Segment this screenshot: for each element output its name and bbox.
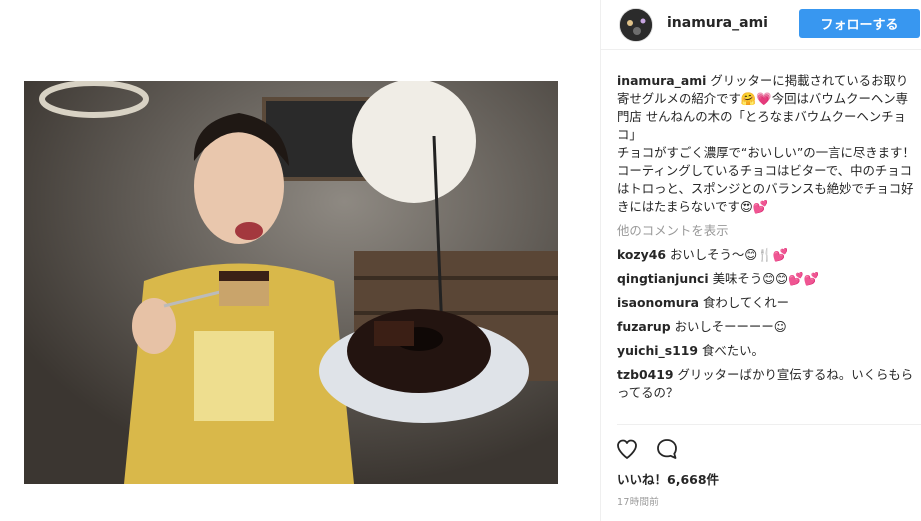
more-comments-link[interactable]: 他のコメントを表示 [617,222,915,240]
comment-item: fuzarup おいしそーーーー☺ [617,318,915,336]
like-icon-graphic [617,439,637,459]
post-photo[interactable] [24,81,558,484]
comment-item: tzb0419 グリッターばかり宣伝するね。いくらもらってるの？ [617,366,915,402]
comment-username[interactable]: tzb0419 [617,367,674,382]
caption-text: グリッターに掲載されているお取り寄せグルメの紹介です🤗💗今回はバウムクーヘン専門… [617,73,915,214]
actions-divider [617,424,921,425]
avatar[interactable] [619,8,653,42]
comment-text: おいしそう〜😊🍴💕 [669,247,789,262]
caption-username[interactable]: inamura_ami [617,73,706,88]
comment-text: 食べたい。 [702,343,764,358]
likes-count[interactable]: いいね！6,668件 [617,469,719,488]
comment-item: kozy46 おいしそう〜😊🍴💕 [617,246,915,264]
comments-section: inamura_ami グリッターに掲載されているお取り寄せグルメの紹介です🤗💗今… [617,72,915,402]
comment-username[interactable]: isaonomura [617,295,699,310]
post-timestamp: 17時間前 [617,497,660,508]
comment-username[interactable]: yuichi_s119 [617,343,698,358]
comment-item: isaonomura 食わしてくれー [617,294,915,312]
heart-outline-icon[interactable] [615,437,639,461]
comment-icon-graphic [657,439,677,459]
comment-username[interactable]: fuzarup [617,319,671,334]
comment-username[interactable]: kozy46 [617,247,666,262]
post-header: inamura_ami フォローする [601,0,921,50]
caption: inamura_ami グリッターに掲載されているお取り寄せグルメの紹介です🤗💗今… [617,72,915,216]
comment-text: おいしそーーーー☺ [674,319,787,334]
avatar-image [620,9,652,41]
comment-item: qingtianjunci 美味そう😊😊💕💕 [617,270,915,288]
comment-text: 美味そう😊😊💕💕 [712,271,819,286]
post-media-pane [0,0,600,521]
username-link[interactable]: inamura_ami [667,15,768,31]
photo-illustration [24,81,558,484]
follow-button[interactable]: フォローする [799,9,920,38]
post-info-pane: inamura_ami フォローする inamura_ami グリッターに掲載され… [601,0,921,521]
comment-bubble-icon[interactable] [655,437,679,461]
comment-item: yuichi_s119 食べたい。 [617,342,915,360]
comment-text: 食わしてくれー [703,295,790,310]
comment-username[interactable]: qingtianjunci [617,271,709,286]
